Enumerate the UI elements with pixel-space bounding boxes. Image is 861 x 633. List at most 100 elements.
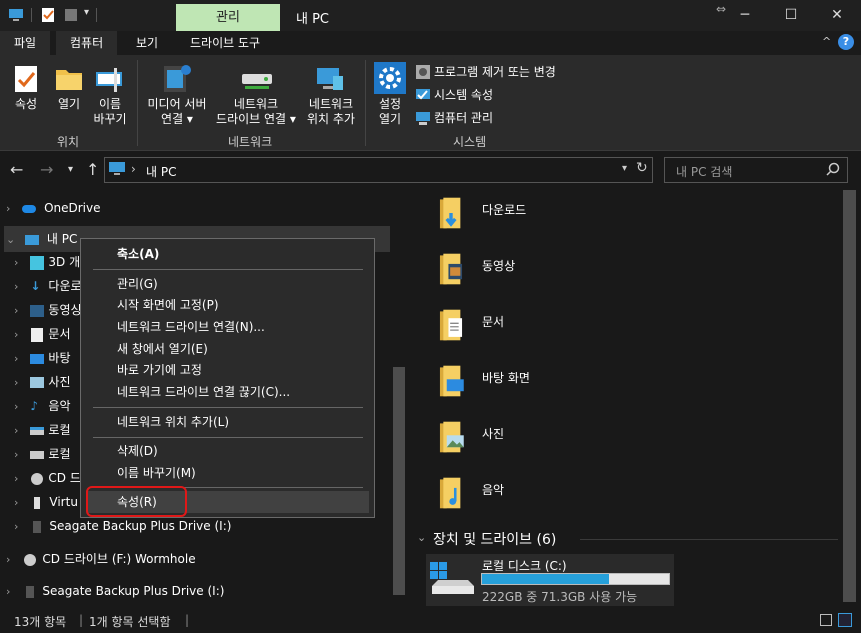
tree-item-local-disk[interactable]: › 로컬 — [14, 418, 71, 442]
tab-view[interactable]: 보기 — [122, 31, 172, 55]
uninstall-program-button[interactable]: 프로그램 제거 또는 변경 — [434, 62, 556, 82]
search-icon[interactable] — [826, 162, 840, 176]
folder-item-downloads[interactable] — [436, 196, 466, 233]
large-icons-view-icon[interactable] — [838, 613, 852, 627]
chevron-right-icon[interactable]: › — [6, 585, 10, 598]
tree-item-local-disk-2[interactable]: › 로컬 — [14, 442, 71, 466]
tree-item-videos[interactable]: › 동영싱 — [14, 298, 82, 322]
content-scrollbar-thumb[interactable] — [843, 190, 856, 602]
tree-item-3d-objects[interactable]: › 3D 개 — [14, 250, 80, 274]
this-pc-icon — [25, 234, 40, 245]
status-selected: 1개 항목 선택함 — [89, 615, 171, 629]
chevron-down-icon[interactable]: ⌄ — [417, 531, 426, 544]
quick-access-dropdown-icon[interactable]: ▾ — [84, 7, 89, 18]
tree-item-pictures[interactable]: › 사진 — [14, 370, 71, 394]
properties-button[interactable]: 속성 — [6, 97, 46, 112]
search-input[interactable]: 내 PC 검색 — [676, 163, 732, 180]
address-dropdown-icon[interactable]: ▾ — [622, 163, 627, 174]
map-network-drive-button[interactable]: 네트워크 드라이브 연결 ▾ — [210, 97, 302, 127]
ribbon-collapse-icon[interactable]: ^ — [822, 35, 831, 48]
address-bar[interactable] — [104, 157, 653, 183]
folder-label[interactable]: 바탕 화면 — [482, 369, 530, 386]
computer-icon[interactable] — [8, 7, 24, 23]
tab-computer[interactable]: 컴퓨터 — [56, 31, 118, 55]
folder-item-pictures[interactable] — [436, 420, 466, 457]
close-button[interactable]: ✕ — [814, 0, 860, 31]
menu-item-open-new-window[interactable]: 새 창에서 열기(E) — [117, 339, 208, 359]
tree-item-documents[interactable]: › 문서 — [14, 322, 71, 346]
menu-item-manage[interactable]: 관리(G) — [117, 274, 158, 294]
folder-label[interactable]: 동영상 — [482, 257, 515, 274]
chevron-right-icon[interactable]: › — [14, 376, 18, 389]
folder-item-documents[interactable] — [436, 308, 466, 345]
chevron-right-icon[interactable]: › — [14, 472, 18, 485]
folder-item-videos[interactable] — [436, 252, 466, 289]
tree-item-cd-wormhole[interactable]: › CD 드라이브 (F:) Wormhole — [6, 547, 196, 571]
folder-label[interactable]: 문서 — [482, 313, 504, 330]
media-server-button[interactable]: 미디어 서버 연결 ▾ — [140, 97, 214, 127]
menu-item-map-drive[interactable]: 네트워크 드라이브 연결(N)... — [117, 317, 265, 337]
open-settings-button[interactable]: 설정 열기 — [370, 97, 410, 127]
chevron-right-icon[interactable]: › — [6, 553, 10, 566]
refresh-icon[interactable]: ↻ — [636, 160, 648, 176]
maximize-button[interactable]: ☐ — [768, 0, 814, 31]
new-folder-icon[interactable] — [63, 7, 79, 23]
folder-item-desktop[interactable] — [436, 364, 466, 401]
menu-item-rename[interactable]: 이름 바꾸기(M) — [117, 463, 196, 483]
tree-item-music[interactable]: › ♪ 음악 — [14, 394, 71, 418]
chevron-right-icon[interactable]: › — [14, 352, 18, 365]
menu-item-add-network-location[interactable]: 네트워크 위치 추가(L) — [117, 412, 229, 432]
menu-item-delete[interactable]: 삭제(D) — [117, 441, 158, 461]
system-properties-button[interactable]: 시스템 속성 — [434, 85, 493, 105]
menu-item-pin-quick-access[interactable]: 바로 가기에 고정 — [117, 360, 202, 380]
chevron-right-icon[interactable]: › — [6, 202, 10, 215]
chevron-right-icon[interactable]: › — [14, 448, 18, 461]
tree-item-virtual[interactable]: › Virtu — [14, 490, 78, 514]
desktop-icon — [30, 353, 45, 364]
tree-item-seagate[interactable]: › Seagate Backup Plus Drive (I:) — [6, 579, 224, 603]
minimize-button[interactable]: ─ — [722, 0, 768, 31]
chevron-right-icon[interactable]: › — [14, 256, 18, 269]
folder-item-music[interactable] — [436, 476, 466, 513]
tree-item-onedrive[interactable]: › OneDrive — [6, 196, 101, 220]
help-icon[interactable]: ? — [838, 34, 854, 50]
this-pc-icon — [109, 162, 125, 175]
tab-file[interactable]: 파일 — [0, 31, 51, 55]
details-view-icon[interactable] — [820, 614, 832, 626]
chevron-right-icon[interactable]: › — [14, 304, 18, 317]
chevron-down-icon[interactable]: ⌄ — [6, 233, 15, 246]
folder-label[interactable]: 음악 — [482, 481, 504, 498]
chevron-right-icon[interactable]: › — [14, 424, 18, 437]
computer-management-button[interactable]: 컴퓨터 관리 — [434, 108, 493, 128]
chevron-right-icon[interactable]: › — [14, 280, 18, 293]
chevron-right-icon[interactable]: › — [14, 496, 18, 509]
tree-item-downloads[interactable]: › ↓ 다운로 — [14, 274, 82, 298]
menu-item-disconnect-drive[interactable]: 네트워크 드라이브 연결 끊기(C)... — [117, 382, 290, 402]
breadcrumb-this-pc[interactable]: 내 PC — [146, 163, 176, 180]
forward-arrow-icon[interactable]: → — [40, 160, 53, 179]
folder-label[interactable]: 다운로드 — [482, 201, 526, 218]
divider — [31, 8, 32, 22]
chevron-right-icon[interactable]: › — [14, 520, 18, 533]
chevron-right-icon[interactable]: › — [14, 400, 18, 413]
tree-item-cd-drive[interactable]: › CD 드 — [14, 466, 81, 490]
context-tab-manage[interactable]: 관리 — [176, 4, 280, 31]
tree-item-desktop[interactable]: › 바탕 — [14, 346, 71, 370]
menu-item-pin-start[interactable]: 시작 화면에 고정(P) — [117, 295, 219, 315]
open-button[interactable]: 열기 — [50, 97, 88, 112]
tab-drive-tools[interactable]: 드라이브 도구 — [176, 31, 274, 55]
tree-item-this-pc[interactable]: ⌄ 내 PC — [6, 227, 77, 251]
section-header-devices[interactable]: 장치 및 드라이브 (6) — [433, 529, 556, 549]
recent-dropdown-icon[interactable]: ▾ — [68, 164, 73, 175]
chevron-right-icon[interactable]: › — [14, 328, 18, 341]
usb-icon — [34, 496, 41, 509]
menu-item-collapse[interactable]: 축소(A) — [117, 244, 159, 264]
properties-icon[interactable] — [40, 7, 56, 23]
add-network-location-button[interactable]: 네트워크 위치 추가 — [302, 97, 360, 127]
group-label-system: 시스템 — [453, 135, 487, 149]
rename-button[interactable]: 이름 바꾸기 — [88, 97, 132, 127]
folder-label[interactable]: 사진 — [482, 425, 504, 442]
back-arrow-icon[interactable]: ← — [10, 160, 23, 179]
nav-scrollbar-thumb[interactable] — [393, 367, 405, 595]
up-arrow-icon[interactable]: ↑ — [86, 160, 99, 179]
